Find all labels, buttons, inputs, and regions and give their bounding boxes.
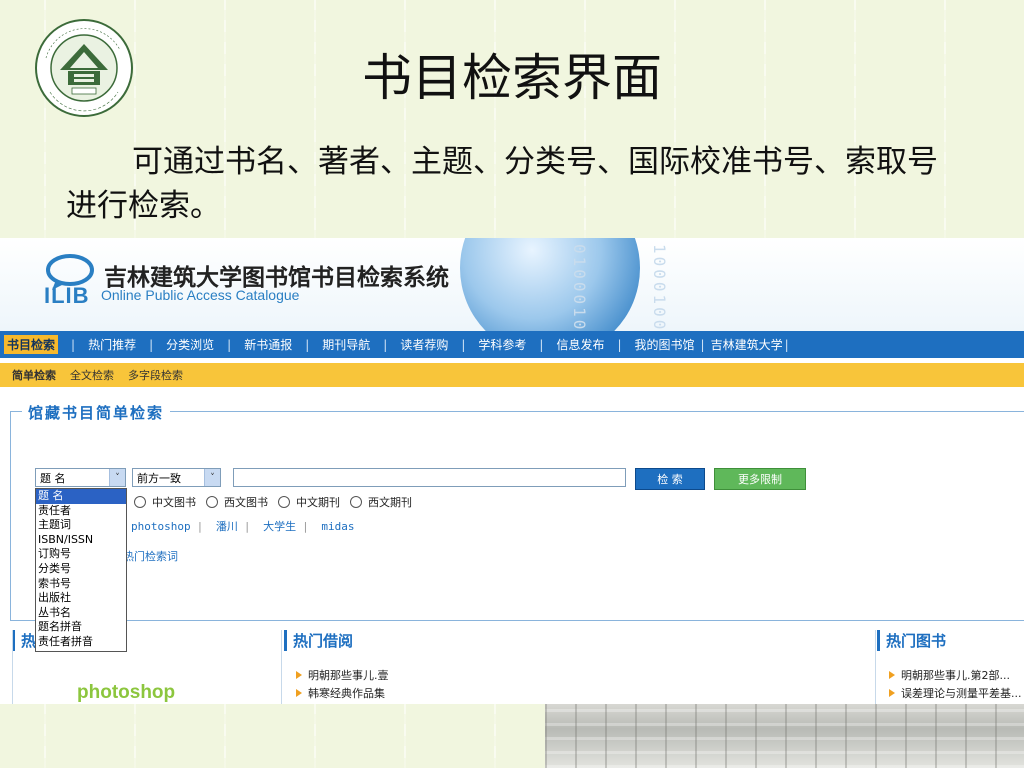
radio-western-books[interactable] bbox=[206, 496, 218, 508]
opac-system-subtitle: Online Public Access Catalogue bbox=[101, 287, 300, 303]
nav-item-my-library[interactable]: 我的图书馆 bbox=[635, 336, 695, 353]
dropdown-option[interactable]: 订购号 bbox=[36, 547, 126, 562]
nav-item-info-release[interactable]: 信息发布 bbox=[556, 336, 604, 353]
hot-word-link[interactable]: 大学生 bbox=[263, 520, 296, 533]
panel-title: 馆藏书目简单检索 bbox=[22, 402, 171, 423]
radio-chinese-journals[interactable] bbox=[278, 496, 290, 508]
left-section-heading: 热 bbox=[12, 630, 36, 651]
hot-word-link[interactable]: photoshop bbox=[131, 520, 191, 533]
hot-word-link[interactable]: 潘川 bbox=[216, 520, 238, 533]
hot-word-link[interactable]: midas bbox=[321, 520, 354, 533]
chevron-down-icon: ˅ bbox=[204, 469, 220, 486]
dropdown-option[interactable]: 责任者拼音 bbox=[36, 635, 126, 650]
radio-chinese-books[interactable] bbox=[134, 496, 146, 508]
photoshop-tag[interactable]: photoshop bbox=[77, 682, 175, 704]
globe-graphic: 01000101 1000100 bbox=[420, 238, 680, 331]
hot-borrow-heading: 热门借阅 bbox=[284, 630, 353, 651]
section-divider bbox=[875, 630, 876, 704]
search-button[interactable]: 检 索 bbox=[635, 468, 705, 490]
dropdown-option[interactable]: 题 名 bbox=[36, 489, 126, 504]
dropdown-option[interactable]: 出版社 bbox=[36, 591, 126, 606]
tab-multifield-search[interactable]: 多字段检索 bbox=[128, 367, 183, 383]
slide-body-text: 可通过书名、著者、主题、分类号、国际校准书号、索取号进行检索。 bbox=[66, 144, 938, 224]
more-limits-button[interactable]: 更多限制 bbox=[714, 468, 806, 490]
hot-words-label[interactable]: 热门检索词 bbox=[123, 548, 178, 564]
section-divider bbox=[281, 630, 282, 704]
hot-books-heading: 热门图书 bbox=[877, 630, 946, 651]
dropdown-option[interactable]: 索书号 bbox=[36, 577, 126, 592]
hot-book-item[interactable]: 误差理论与测量平差基... bbox=[889, 685, 1022, 701]
dropdown-option[interactable]: 丛书名 bbox=[36, 606, 126, 621]
hot-words-row: photoshop | 潘川 | 大学生 | midas bbox=[131, 520, 355, 533]
search-type-tabs: 简单检索 全文检索 多字段检索 bbox=[0, 363, 1024, 387]
field-dropdown-list: 题 名 责任者 主题词 ISBN/ISSN 订购号 分类号 索书号 出版社 丛书… bbox=[35, 488, 127, 652]
nav-item-journal-nav[interactable]: 期刊导航 bbox=[322, 336, 370, 353]
ilib-mark-text: ILIB bbox=[44, 283, 90, 308]
nav-item-catalog-search[interactable]: 书目检索 bbox=[4, 335, 59, 354]
dropdown-option[interactable]: 题名拼音 bbox=[36, 620, 126, 635]
tab-fulltext-search[interactable]: 全文检索 bbox=[70, 367, 114, 383]
nav-item-hot-recommend[interactable]: 热门推荐 bbox=[88, 336, 136, 353]
opac-screenshot: 01000101 1000100 ILIB 吉林建筑大学图书馆书目检索系统 On… bbox=[0, 238, 1024, 704]
dropdown-option[interactable]: ISBN/ISSN bbox=[36, 533, 126, 548]
main-nav-bar: 书目检索 | 热门推荐 | 分类浏览 | 新书通报 | 期刊导航 | 读者荐购 … bbox=[0, 331, 1024, 358]
tab-simple-search[interactable]: 简单检索 bbox=[12, 367, 56, 383]
nav-item-subject-reference[interactable]: 学科参考 bbox=[478, 336, 526, 353]
building-photo-strip bbox=[545, 703, 1024, 768]
slide-title: 书目检索界面 bbox=[362, 49, 662, 107]
simple-search-panel bbox=[10, 411, 1024, 621]
chevron-down-icon: ˅ bbox=[109, 469, 125, 486]
hot-book-item[interactable]: 明朝那些事儿.第2部... bbox=[889, 667, 1010, 683]
doc-type-radios: 中文图书 西文图书 中文期刊 西文期刊 bbox=[134, 494, 422, 510]
hot-borrow-item[interactable]: 韩寒经典作品集 bbox=[296, 685, 385, 701]
nav-item-category-browse[interactable]: 分类浏览 bbox=[166, 336, 214, 353]
search-input[interactable] bbox=[233, 468, 626, 487]
hot-borrow-item[interactable]: 明朝那些事儿.壹 bbox=[296, 667, 389, 683]
nav-item-reader-recommend[interactable]: 读者荐购 bbox=[400, 336, 448, 353]
nav-item-university[interactable]: 吉林建筑大学 bbox=[711, 336, 783, 353]
dropdown-option[interactable]: 主题词 bbox=[36, 518, 126, 533]
dropdown-option[interactable]: 分类号 bbox=[36, 562, 126, 577]
dropdown-option[interactable]: 责任者 bbox=[36, 504, 126, 519]
match-mode-select[interactable]: 前方一致 ˅ bbox=[132, 468, 221, 487]
radio-western-journals[interactable] bbox=[350, 496, 362, 508]
section-divider bbox=[12, 630, 13, 704]
nav-item-new-books[interactable]: 新书通报 bbox=[244, 336, 292, 353]
opac-banner: 01000101 1000100 ILIB 吉林建筑大学图书馆书目检索系统 On… bbox=[0, 238, 1024, 331]
field-select[interactable]: 题 名 ˅ bbox=[35, 468, 126, 487]
